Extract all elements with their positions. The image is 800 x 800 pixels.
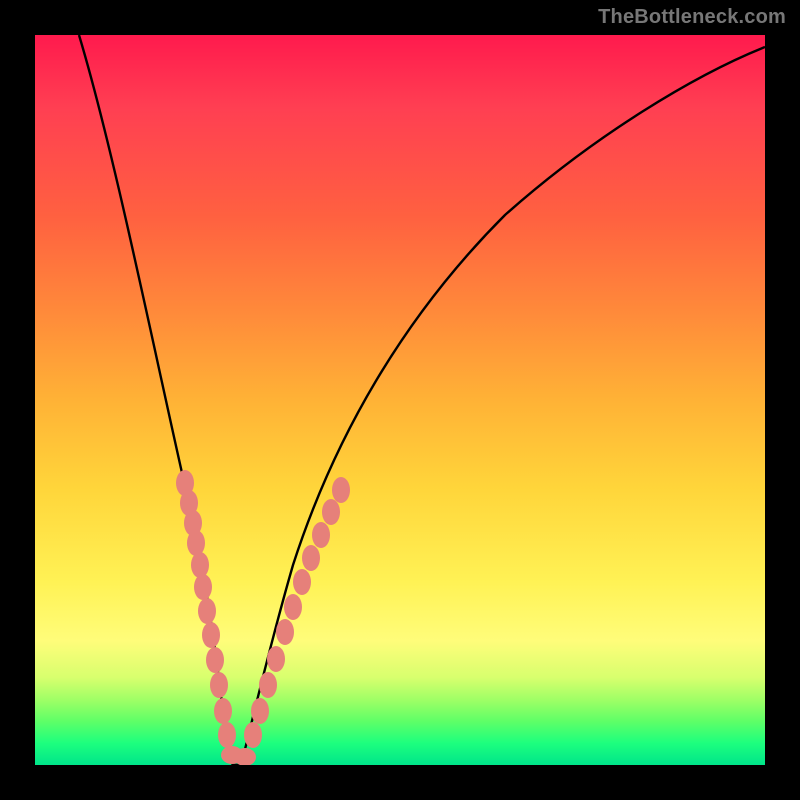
chart-svg (35, 35, 765, 765)
marker-dot (210, 672, 228, 698)
marker-dot (284, 594, 302, 620)
marker-dot (276, 619, 294, 645)
marker-dot (202, 622, 220, 648)
marker-dot (259, 672, 277, 698)
marker-dot (322, 499, 340, 525)
marker-dot (244, 722, 262, 748)
bottleneck-curve (79, 35, 765, 765)
marker-dot (293, 569, 311, 595)
marker-dot (251, 698, 269, 724)
marker-dot (267, 646, 285, 672)
marker-dot (302, 545, 320, 571)
marker-dot (194, 574, 212, 600)
marker-dot (206, 647, 224, 673)
marker-dot (312, 522, 330, 548)
marker-dot (218, 722, 236, 748)
marker-group (176, 470, 350, 765)
outer-frame: TheBottleneck.com (0, 0, 800, 800)
watermark-text: TheBottleneck.com (598, 6, 786, 29)
marker-dot (214, 698, 232, 724)
plot-area (35, 35, 765, 765)
marker-dot (187, 530, 205, 556)
marker-dot (198, 598, 216, 624)
marker-dot (332, 477, 350, 503)
marker-dot (191, 552, 209, 578)
